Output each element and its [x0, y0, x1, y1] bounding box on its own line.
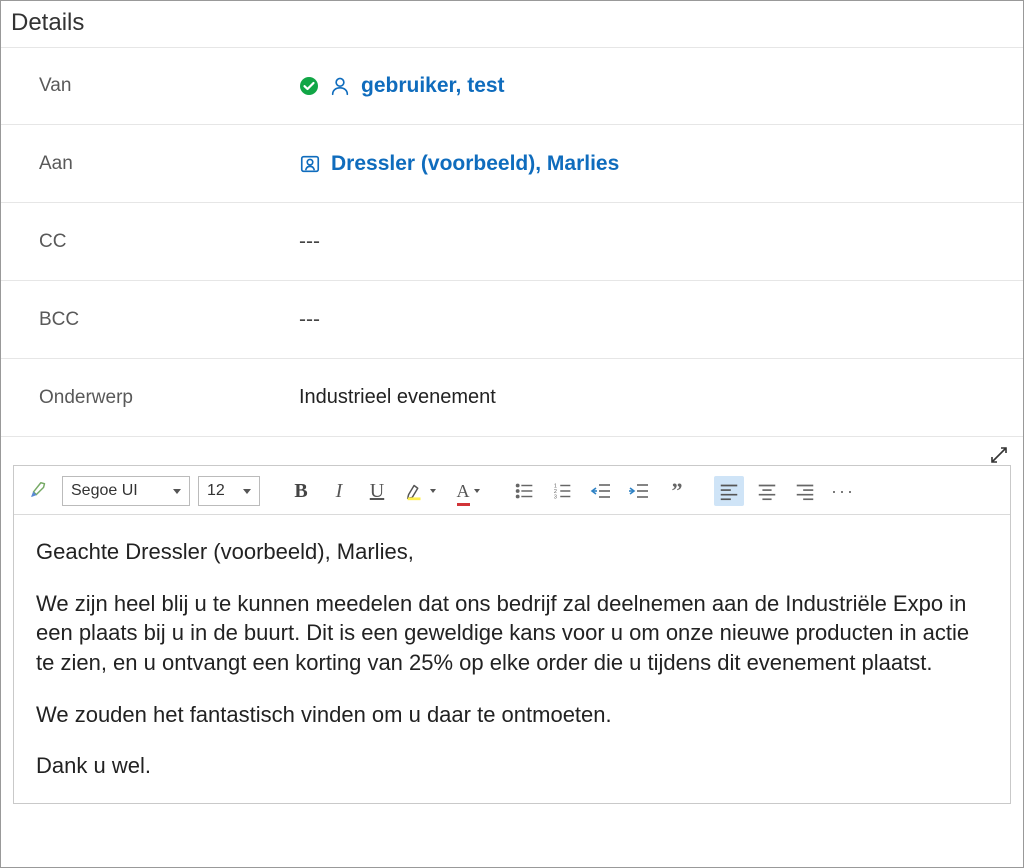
cc-row: CC ---: [1, 203, 1023, 281]
to-label: Aan: [39, 153, 299, 175]
body-paragraph: We zijn heel blij u te kunnen meedelen d…: [36, 589, 988, 678]
font-size-select[interactable]: 12: [198, 476, 260, 506]
bcc-label: BCC: [39, 309, 299, 331]
font-size-value: 12: [207, 482, 225, 500]
bold-button[interactable]: B: [286, 476, 316, 506]
chevron-down-icon: [430, 489, 436, 493]
bcc-row: BCC ---: [1, 281, 1023, 359]
to-name: Dressler (voorbeeld), Marlies: [331, 152, 619, 176]
editor-wrap: Segoe UI 12 B I U A: [1, 465, 1023, 804]
from-name: gebruiker, test: [361, 74, 505, 98]
blockquote-button[interactable]: ”: [662, 476, 692, 506]
rich-text-editor: Segoe UI 12 B I U A: [13, 465, 1011, 804]
chevron-down-icon: [474, 489, 480, 493]
bcc-value[interactable]: ---: [299, 308, 1013, 332]
subject-row: Onderwerp Industrieel evenement: [1, 359, 1023, 437]
cc-value[interactable]: ---: [299, 230, 1013, 254]
editor-toolbar: Segoe UI 12 B I U A: [14, 466, 1010, 515]
subject-label: Onderwerp: [39, 387, 299, 409]
to-row: Aan Dressler (voorbeeld), Marlies: [1, 125, 1023, 203]
underline-button[interactable]: U: [362, 476, 392, 506]
from-label: Van: [39, 75, 299, 97]
font-family-select[interactable]: Segoe UI: [62, 476, 190, 506]
page-title: Details: [1, 1, 1023, 47]
outdent-button[interactable]: [586, 476, 616, 506]
person-icon: [329, 75, 351, 97]
highlight-color-button[interactable]: [400, 476, 440, 506]
bulleted-list-button[interactable]: [510, 476, 540, 506]
svg-text:3: 3: [554, 494, 557, 500]
email-body[interactable]: Geachte Dressler (voorbeeld), Marlies, W…: [14, 515, 1010, 803]
body-paragraph: Geachte Dressler (voorbeeld), Marlies,: [36, 537, 988, 567]
subject-value[interactable]: Industrieel evenement: [299, 386, 1013, 409]
align-right-button[interactable]: [790, 476, 820, 506]
presence-available-icon: [299, 76, 319, 96]
body-paragraph: We zouden het fantastisch vinden om u da…: [36, 700, 988, 730]
indent-button[interactable]: [624, 476, 654, 506]
font-color-button[interactable]: A: [448, 476, 488, 506]
align-left-button[interactable]: [714, 476, 744, 506]
cc-label: CC: [39, 231, 299, 253]
from-row: Van gebruiker, test: [1, 47, 1023, 125]
contact-card-icon: [299, 153, 321, 175]
from-value[interactable]: gebruiker, test: [299, 74, 1013, 98]
body-paragraph: Dank u wel.: [36, 751, 988, 781]
expand-icon[interactable]: [989, 445, 1009, 465]
font-family-value: Segoe UI: [71, 482, 138, 500]
more-options-button[interactable]: ···: [828, 476, 858, 506]
expand-row: [1, 437, 1023, 465]
numbered-list-button[interactable]: 1 2 3: [548, 476, 578, 506]
chevron-down-icon: [243, 489, 251, 494]
to-value[interactable]: Dressler (voorbeeld), Marlies: [299, 152, 1013, 176]
details-fields: Van gebruiker, test Aan: [1, 47, 1023, 437]
format-painter-icon[interactable]: [24, 476, 54, 506]
chevron-down-icon: [173, 489, 181, 494]
italic-button[interactable]: I: [324, 476, 354, 506]
align-center-button[interactable]: [752, 476, 782, 506]
